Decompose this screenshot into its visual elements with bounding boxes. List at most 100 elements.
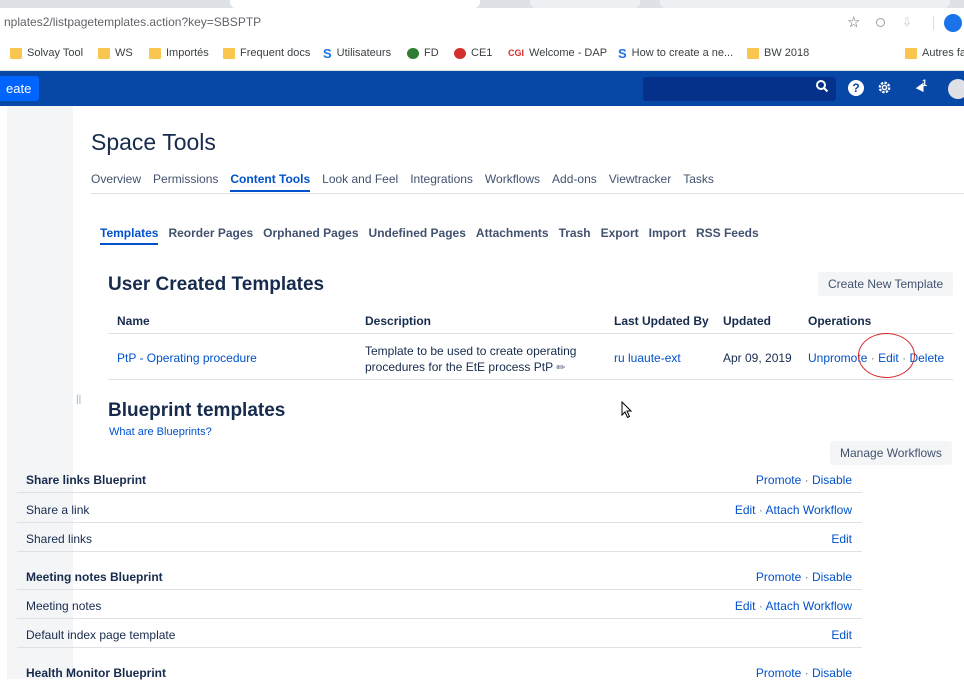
tab-look-and-feel[interactable]: Look and Feel [322, 172, 398, 192]
subtab-rss-feeds[interactable]: RSS Feeds [696, 226, 759, 245]
create-button[interactable]: eate [0, 76, 40, 101]
mouse-cursor-icon [621, 401, 633, 419]
row-actions: Edit · Attach Workflow [735, 503, 852, 517]
app-header: eate ? 1 [0, 71, 964, 106]
blueprint-row: Meeting notes Edit · Attach Workflow [17, 590, 862, 619]
last-updated-by-link[interactable]: ru luaute-ext [614, 351, 681, 365]
subtab-reorder-pages[interactable]: Reorder Pages [168, 226, 253, 245]
attach-workflow-link[interactable]: Attach Workflow [766, 503, 852, 517]
description-line: Template to be used to create operating [365, 344, 577, 358]
folder-icon [747, 47, 759, 59]
separator: · [804, 570, 809, 584]
folder-icon [149, 47, 161, 59]
disable-link[interactable]: Disable [812, 473, 852, 487]
subtab-trash[interactable]: Trash [559, 226, 591, 245]
user-templates-heading: User Created Templates [108, 274, 325, 295]
manage-workflows-button[interactable]: Manage Workflows [830, 441, 952, 465]
attach-workflow-link[interactable]: Attach Workflow [766, 599, 852, 613]
browser-tab[interactable] [530, 0, 640, 8]
row-actions: Edit [831, 532, 852, 546]
column-header-operations: Operations [808, 314, 872, 328]
url-field[interactable]: nplates2/listpagetemplates.action?key=SB… [4, 15, 261, 29]
bookmark-autres-favoris[interactable]: Autres fa [905, 47, 964, 59]
notification-icon[interactable]: 1 [913, 78, 929, 96]
solvay-icon: S [618, 45, 627, 61]
pencil-icon[interactable]: ✏ [556, 360, 565, 376]
download-icon[interactable]: ⇩ [902, 15, 912, 29]
subtab-undefined-pages[interactable]: Undefined Pages [369, 226, 466, 245]
subtab-orphaned-pages[interactable]: Orphaned Pages [263, 226, 358, 245]
edit-link[interactable]: Edit [735, 503, 756, 517]
bookmark-utilisateurs[interactable]: S Utilisateurs [323, 47, 391, 60]
separator: · [804, 473, 809, 487]
subtab-templates[interactable]: Templates [100, 226, 159, 245]
address-bar: nplates2/listpagetemplates.action?key=SB… [0, 8, 964, 38]
bookmark-frequent-docs[interactable]: Frequent docs [223, 47, 310, 59]
separator: · [758, 503, 763, 517]
blueprint-row: Health Monitor Blueprint Promote · Disab… [17, 657, 862, 686]
extension-icon[interactable] [876, 18, 885, 27]
tab-add-ons[interactable]: Add-ons [552, 172, 597, 192]
column-header-description: Description [365, 314, 432, 328]
blueprint-row: Meeting notes Blueprint Promote · Disabl… [17, 561, 862, 590]
tab-content-tools[interactable]: Content Tools [230, 172, 311, 192]
table-divider [108, 333, 953, 334]
subtab-attachments[interactable]: Attachments [476, 226, 549, 245]
browser-tabstrip [0, 0, 964, 8]
folder-icon [223, 47, 235, 59]
blueprint-name: Meeting notes Blueprint [26, 570, 163, 584]
create-new-template-button[interactable]: Create New Template [818, 272, 954, 296]
promote-link[interactable]: Promote [756, 570, 801, 584]
page-title: Space Tools [91, 129, 216, 155]
bookmark-fd[interactable]: FD [407, 47, 439, 59]
tab-permissions[interactable]: Permissions [153, 172, 218, 192]
search-icon[interactable] [815, 79, 831, 95]
edit-link[interactable]: Edit [735, 599, 756, 613]
blueprint-name: Health Monitor Blueprint [26, 666, 166, 680]
tab-tasks[interactable]: Tasks [683, 172, 714, 192]
promote-link[interactable]: Promote [756, 666, 801, 680]
bookmark-solvay-tool[interactable]: Solvay Tool [10, 47, 83, 59]
tab-viewtracker[interactable]: Viewtracker [609, 172, 671, 192]
subtab-export[interactable]: Export [601, 226, 639, 245]
row-actions: Promote · Disable [756, 473, 852, 487]
bookmark-bw-2018[interactable]: BW 2018 [747, 47, 809, 59]
help-icon[interactable]: ? [848, 80, 864, 96]
bookmark-label: Autres fa [922, 47, 964, 59]
bookmark-welcome-dap[interactable]: CGI Welcome - DAP [508, 47, 607, 59]
column-header-updated: Updated [723, 314, 771, 328]
edit-link[interactable]: Edit [831, 628, 852, 642]
promote-link[interactable]: Promote [756, 473, 801, 487]
template-name-link[interactable]: PtP - Operating procedure [117, 351, 257, 365]
sidebar-resize-handle[interactable]: || [76, 394, 81, 405]
profile-icon[interactable] [944, 14, 962, 32]
bookmark-star-icon[interactable]: ☆ [847, 13, 860, 31]
bookmark-label: Importés [166, 47, 209, 59]
what-are-blueprints-link[interactable]: What are Blueprints? [109, 426, 212, 438]
gear-icon[interactable] [876, 80, 892, 96]
template-name: Default index page template [26, 628, 176, 642]
avatar[interactable] [948, 79, 964, 99]
blueprint-row: Default index page template Edit [17, 619, 862, 648]
bookmark-label: Welcome - DAP [529, 47, 608, 59]
tab-integrations[interactable]: Integrations [410, 172, 473, 192]
column-header-name: Name [117, 314, 150, 328]
bookmark-ce1[interactable]: CE1 [454, 47, 492, 59]
browser-tab[interactable] [660, 0, 950, 8]
bookmark-how-to-create[interactable]: S How to create a ne... [618, 45, 733, 61]
tab-overview[interactable]: Overview [91, 172, 141, 192]
template-name: Meeting notes [26, 599, 102, 613]
separator: · [758, 599, 763, 613]
search-input[interactable] [643, 77, 836, 101]
disable-link[interactable]: Disable [812, 666, 852, 680]
blueprint-row: Share a link Edit · Attach Workflow [17, 494, 862, 523]
row-actions: Promote · Disable [756, 570, 852, 584]
bookmark-ws[interactable]: WS [98, 47, 133, 59]
edit-link[interactable]: Edit [831, 532, 852, 546]
bookmark-label: BW 2018 [764, 47, 810, 59]
disable-link[interactable]: Disable [812, 570, 852, 584]
bookmark-importes[interactable]: Importés [149, 47, 209, 59]
tab-workflows[interactable]: Workflows [485, 172, 540, 192]
subtab-import[interactable]: Import [649, 226, 686, 245]
browser-tab[interactable] [230, 0, 480, 8]
